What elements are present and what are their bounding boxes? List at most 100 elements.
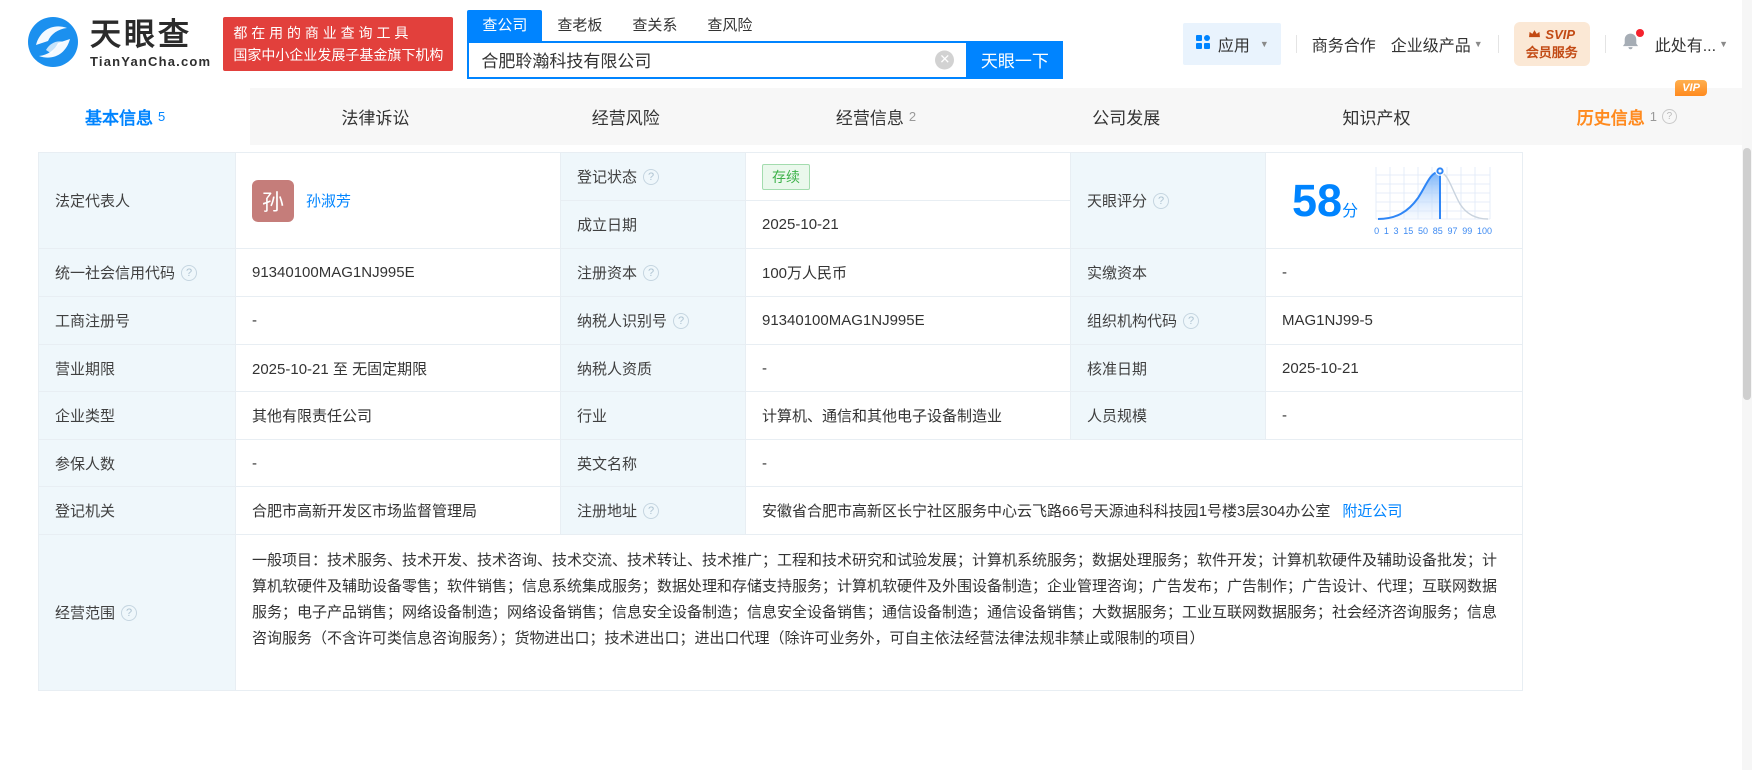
field-value-legal-rep: 孙 孙淑芳 [236,153,561,249]
field-value-credit-code: 91340100MAG1NJ995E [236,249,561,297]
field-value-reg-no: - [236,297,561,345]
site-header: 天眼查 TianYanCha.com 都 在 用 的 商 业 查 询 工 具 国… [0,0,1752,88]
field-label-business-scope: 经营范围? [39,535,236,691]
tab-legal-litigation[interactable]: 法律诉讼 [250,88,500,145]
apps-label: 应用 [1217,38,1250,55]
field-value-est-date: 2025-10-21 [746,201,1071,249]
help-icon[interactable]: ? [121,604,138,621]
help-icon[interactable]: ? [643,168,660,185]
header-nav: 应用 ▼ 商务合作 企业级产品 ▼ SVIP 会员服务 此处有... ▼ [1182,21,1728,67]
search-tab-boss[interactable]: 查老板 [542,10,617,41]
field-label-term: 营业期限 [39,345,236,392]
field-label-reg-capital: 注册资本? [561,249,746,297]
divider [1295,35,1297,53]
section-tabbar: 基本信息 5 法律诉讼 经营风险 经营信息 2 公司发展 知识产权 历史信息 1 ?… [0,80,1752,145]
field-value-score: 58分 0 1 3 15 50 85 97 99 100 [1266,153,1523,249]
help-icon[interactable]: ? [1183,312,1200,329]
field-label-staff-size: 人员规模 [1071,392,1266,440]
apps-grid-icon [1195,34,1211,55]
nearby-companies-link[interactable]: 附近公司 [1342,500,1402,521]
field-value-industry: 计算机、通信和其他电子设备制造业 [746,392,1071,440]
help-icon[interactable]: ? [1153,192,1170,209]
legal-rep-name-link[interactable]: 孙淑芳 [306,190,351,211]
search-area: 查公司 查老板 查关系 查风险 ✕ 天眼一下 [467,9,1064,79]
status-badge: 存续 [762,163,810,190]
field-label-industry: 行业 [561,392,746,440]
tab-intellectual-property[interactable]: 知识产权 [1251,88,1501,145]
field-label-taxpayer-no: 纳税人识别号? [561,297,746,345]
crown-icon [1528,26,1541,44]
field-label-reg-authority: 登记机关 [39,487,236,535]
field-label-english-name: 英文名称 [561,440,746,487]
slogan-line2: 国家中小企业发展子基金旗下机构 [233,47,444,63]
chevron-down-icon: ▼ [1719,39,1728,49]
tab-history-info[interactable]: 历史信息 1 ? VIP [1502,80,1752,145]
notifications-bell-icon[interactable] [1621,28,1644,57]
search-button[interactable]: 天眼一下 [966,40,1064,79]
search-tab-company[interactable]: 查公司 [467,9,543,41]
tab-operation-risk[interactable]: 经营风险 [501,88,751,145]
field-label-company-type: 企业类型 [39,392,236,440]
svip-member-button[interactable]: SVIP 会员服务 [1513,21,1590,67]
field-label-approval-date: 核准日期 [1071,345,1266,392]
scrollbar[interactable] [1742,0,1752,770]
field-label-insured-num: 参保人数 [39,440,236,487]
divider [1497,35,1499,53]
help-icon[interactable]: ? [181,264,198,281]
field-value-org-code: MAG1NJ99-5 [1266,297,1523,345]
field-value-reg-status: 存续 [746,153,1071,201]
field-value-paid-capital: - [1266,249,1523,297]
field-value-address: 安徽省合肥市高新区长宁社区服务中心云飞路66号天源迪科科技园1号楼3层304办公… [746,487,1523,535]
nav-enterprise-products[interactable]: 企业级产品 ▼ [1391,32,1483,56]
field-label-paid-capital: 实缴资本 [1071,249,1266,297]
field-label-legal-rep: 法定代表人 [39,153,236,249]
field-value-reg-capital: 100万人民币 [746,249,1071,297]
field-value-term: 2025-10-21 至 无固定期限 [236,345,561,392]
field-label-score: 天眼评分 ? [1071,153,1266,249]
tab-operation-info[interactable]: 经营信息 2 [751,88,1001,145]
score-distribution-chart[interactable]: 0 1 3 15 50 85 97 99 100 [1374,165,1492,236]
scrollbar-thumb[interactable] [1743,148,1751,400]
field-value-approval-date: 2025-10-21 [1266,345,1523,392]
help-icon[interactable]: ? [673,312,690,329]
brand-domain: TianYanCha.com [90,53,212,69]
field-label-taxpayer-qualification: 纳税人资质 [561,345,746,392]
search-tabs: 查公司 查老板 查关系 查风险 [467,9,1063,41]
help-icon[interactable]: ? [643,502,660,519]
search-tab-relation[interactable]: 查关系 [617,10,692,41]
field-value-staff-size: - [1266,392,1523,440]
search-input[interactable] [467,40,967,79]
divider [1604,35,1606,53]
clear-search-icon[interactable]: ✕ [935,50,955,69]
tab-company-development[interactable]: 公司发展 [1001,88,1251,145]
field-value-business-scope: 一般项目：技术服务、技术开发、技术咨询、技术交流、技术转让、技术推广；工程和技术… [236,535,1523,691]
help-icon[interactable]: ? [1661,109,1677,124]
slogan-banner: 都 在 用 的 商 业 查 询 工 具 国家中小企业发展子基金旗下机构 [223,16,454,72]
field-label-reg-no: 工商注册号 [39,297,236,345]
field-label-address: 注册地址? [561,487,746,535]
tianyancha-logo-icon [26,15,80,74]
tianyancha-logo[interactable]: 天眼查 TianYanCha.com [26,15,211,74]
field-label-est-date: 成立日期 [561,201,746,249]
tab-basic-info[interactable]: 基本信息 5 [0,88,251,145]
chevron-down-icon: ▼ [1473,39,1483,49]
legal-rep-avatar[interactable]: 孙 [252,179,294,222]
field-value-reg-authority: 合肥市高新开发区市场监督管理局 [236,487,561,535]
notification-dot [1635,28,1644,37]
help-icon[interactable]: ? [643,264,660,281]
apps-menu[interactable]: 应用 ▼ [1182,23,1281,65]
field-label-credit-code: 统一社会信用代码? [39,249,236,297]
basic-info-table: 法定代表人 孙 孙淑芳 登记状态 ? 存续 成立日期 2025-10-21 天眼… [38,152,1523,691]
score-number: 58 [1292,175,1343,226]
slogan-line1: 都 在 用 的 商 业 查 询 工 具 [233,24,409,41]
chevron-down-icon: ▼ [1259,39,1269,49]
field-label-org-code: 组织机构代码? [1071,297,1266,345]
nav-business-cooperation[interactable]: 商务合作 [1312,32,1376,56]
brand-name: 天眼查 [90,17,192,53]
search-tab-risk[interactable]: 查风险 [692,10,767,41]
field-value-taxpayer-no: 91340100MAG1NJ995E [746,297,1071,345]
account-menu[interactable]: 此处有... ▼ [1655,32,1728,56]
field-label-reg-status: 登记状态 ? [561,153,746,201]
score-axis-labels: 0 1 3 15 50 85 97 99 100 [1374,226,1492,236]
field-value-taxpayer-qualification: - [746,345,1071,392]
